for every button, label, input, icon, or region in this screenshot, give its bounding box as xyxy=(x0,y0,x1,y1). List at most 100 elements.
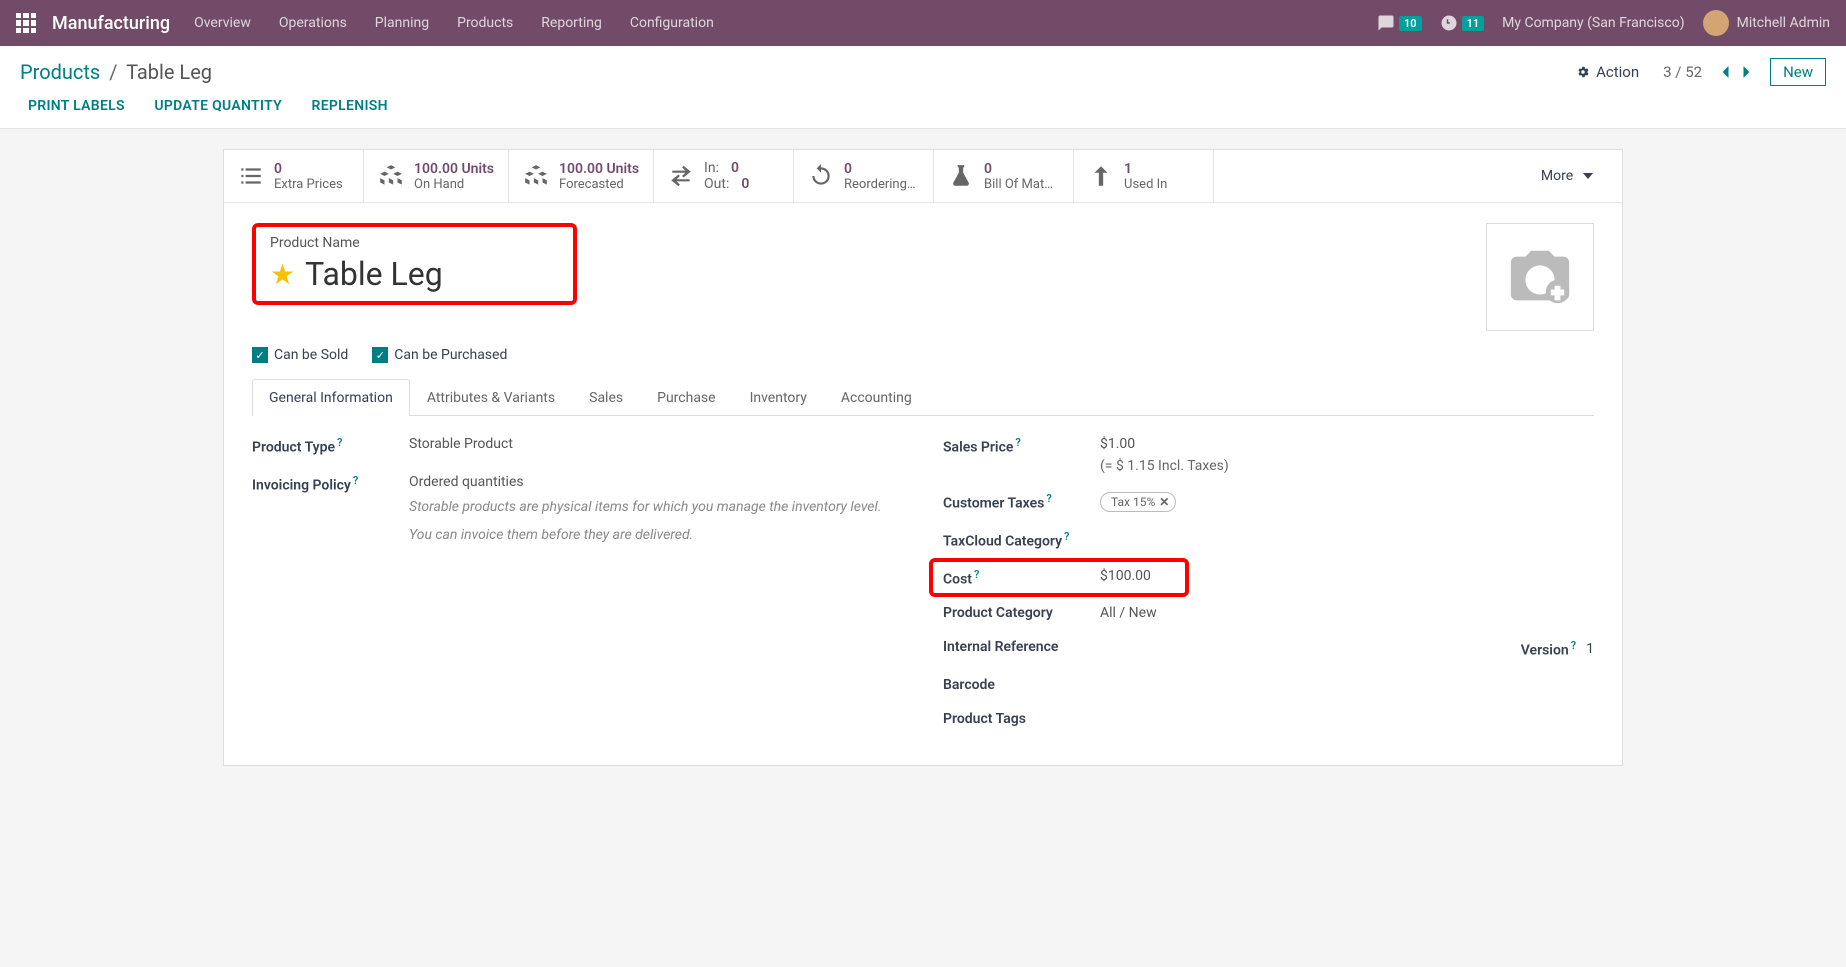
nav-operations[interactable]: Operations xyxy=(279,15,347,31)
help-icon[interactable]: ? xyxy=(337,436,342,449)
breadcrumb: Products / Table Leg xyxy=(20,60,212,84)
favorite-star-icon[interactable]: ★ xyxy=(270,258,295,291)
close-icon[interactable]: ✕ xyxy=(1159,495,1169,509)
stat-bom[interactable]: 0Bill Of Mat… xyxy=(934,150,1074,202)
tabs: General Information Attributes & Variant… xyxy=(224,379,1622,416)
breadcrumb-current: Table Leg xyxy=(126,60,212,84)
apps-menu-icon[interactable] xyxy=(16,13,36,33)
chat-icon xyxy=(1377,14,1395,32)
product-type-value[interactable]: Storable Product xyxy=(409,436,903,452)
gear-icon xyxy=(1576,65,1590,79)
caret-down-icon xyxy=(1583,171,1593,181)
top-nav: Manufacturing Overview Operations Planni… xyxy=(0,0,1846,46)
help-icon[interactable]: ? xyxy=(1064,530,1069,543)
messages-button[interactable]: 10 xyxy=(1377,14,1422,32)
stat-reordering[interactable]: 0Reordering… xyxy=(794,150,934,202)
tax-tag[interactable]: Tax 15% ✕ xyxy=(1100,492,1176,512)
pager[interactable]: 3 / 52 xyxy=(1663,63,1702,81)
boxes-icon xyxy=(378,163,404,189)
stat-forecasted[interactable]: 100.00 UnitsForecasted xyxy=(509,150,654,202)
sales-price-incl-tax: (= $ 1.15 Incl. Taxes) xyxy=(1100,458,1594,474)
nav-overview[interactable]: Overview xyxy=(194,15,251,31)
tab-inventory[interactable]: Inventory xyxy=(733,379,824,416)
cost-value[interactable]: $100.00 xyxy=(1100,568,1175,584)
can-be-sold-checkbox[interactable]: ✓ Can be Sold xyxy=(252,347,348,363)
field-customer-taxes: Customer Taxes? Tax 15% ✕ xyxy=(943,492,1594,512)
breadcrumb-root[interactable]: Products xyxy=(20,60,100,84)
stat-used-in[interactable]: 1Used In xyxy=(1074,150,1214,202)
stat-buttons: 0Extra Prices 100.00 UnitsOn Hand 100.00… xyxy=(224,150,1622,203)
highlight-product-name: Product Name ★ Table Leg xyxy=(252,223,577,305)
activities-badge: 11 xyxy=(1462,16,1485,31)
replenish-button[interactable]: REPLENISH xyxy=(312,98,388,114)
form-left-column: Product Type? Storable Product Invoicing… xyxy=(252,436,903,745)
user-menu[interactable]: Mitchell Admin xyxy=(1703,10,1830,36)
tab-sales[interactable]: Sales xyxy=(572,379,640,416)
chevron-left-icon xyxy=(1720,65,1730,79)
field-invoicing-policy: Invoicing Policy? Ordered quantities Sto… xyxy=(252,474,903,547)
activities-button[interactable]: 11 xyxy=(1440,14,1485,32)
can-be-purchased-checkbox[interactable]: ✓ Can be Purchased xyxy=(372,347,507,363)
help-icon[interactable]: ? xyxy=(353,474,358,487)
tab-attributes-variants[interactable]: Attributes & Variants xyxy=(410,379,572,416)
help-icon[interactable]: ? xyxy=(1015,436,1020,449)
avatar xyxy=(1703,10,1729,36)
field-product-tags: Product Tags xyxy=(943,711,1594,727)
tab-purchase[interactable]: Purchase xyxy=(640,379,732,416)
tab-general-information[interactable]: General Information xyxy=(252,379,410,416)
field-internal-reference: Internal Reference Version? 1 xyxy=(943,639,1594,659)
product-name-field[interactable]: Table Leg xyxy=(305,255,443,293)
chevron-right-icon xyxy=(1742,65,1752,79)
form-sheet: 0Extra Prices 100.00 UnitsOn Hand 100.00… xyxy=(223,149,1623,766)
form-right-column: Sales Price? $1.00 (= $ 1.15 Incl. Taxes… xyxy=(943,436,1594,745)
invoicing-policy-value[interactable]: Ordered quantities xyxy=(409,474,524,490)
help-icon[interactable]: ? xyxy=(974,568,979,581)
form-body: Product Type? Storable Product Invoicing… xyxy=(224,416,1622,765)
list-icon xyxy=(238,163,264,189)
nav-configuration[interactable]: Configuration xyxy=(630,15,714,31)
nav-planning[interactable]: Planning xyxy=(375,15,429,31)
app-brand[interactable]: Manufacturing xyxy=(52,13,170,34)
new-button[interactable]: New xyxy=(1770,58,1826,86)
field-product-category: Product Category All / New xyxy=(943,605,1594,621)
product-category-value[interactable]: All / New xyxy=(1100,605,1594,621)
breadcrumb-sep: / xyxy=(109,60,117,84)
version-value: 1 xyxy=(1586,641,1594,657)
field-sales-price: Sales Price? $1.00 (= $ 1.15 Incl. Taxes… xyxy=(943,436,1594,474)
nav-products[interactable]: Products xyxy=(457,15,513,31)
checkmark-icon: ✓ xyxy=(252,347,268,363)
highlight-cost: Cost? $100.00 xyxy=(929,558,1189,598)
messages-badge: 10 xyxy=(1399,16,1422,31)
action-dropdown[interactable]: Action xyxy=(1576,63,1639,81)
stat-more[interactable]: More xyxy=(1512,150,1622,202)
help-icon[interactable]: ? xyxy=(1046,492,1051,505)
field-product-type: Product Type? Storable Product xyxy=(252,436,903,456)
field-barcode: Barcode xyxy=(943,677,1594,693)
user-name: Mitchell Admin xyxy=(1737,15,1830,31)
pager-prev[interactable] xyxy=(1714,61,1736,83)
tab-accounting[interactable]: Accounting xyxy=(824,379,929,416)
action-row: PRINT LABELS UPDATE QUANTITY REPLENISH xyxy=(0,86,1846,129)
print-labels-button[interactable]: PRINT LABELS xyxy=(28,98,125,114)
product-image-placeholder[interactable] xyxy=(1486,223,1594,331)
flask-icon xyxy=(948,163,974,189)
field-taxcloud-category: TaxCloud Category? xyxy=(943,530,1594,550)
stat-in-out[interactable]: In:0 Out:0 xyxy=(654,150,794,202)
stat-extra-prices[interactable]: 0Extra Prices xyxy=(224,150,364,202)
boxes-icon xyxy=(523,163,549,189)
camera-plus-icon xyxy=(1505,242,1575,312)
help-icon[interactable]: ? xyxy=(1571,639,1576,652)
company-switcher[interactable]: My Company (San Francisco) xyxy=(1502,15,1684,31)
pager-next[interactable] xyxy=(1736,61,1758,83)
stat-on-hand[interactable]: 100.00 UnitsOn Hand xyxy=(364,150,509,202)
sales-price-value[interactable]: $1.00 xyxy=(1100,436,1135,452)
refresh-icon xyxy=(808,163,834,189)
update-quantity-button[interactable]: UPDATE QUANTITY xyxy=(154,98,282,114)
nav-reporting[interactable]: Reporting xyxy=(541,15,602,31)
control-bar: Products / Table Leg Action 3 / 52 New xyxy=(0,46,1846,86)
hint-storable: Storable products are physical items for… xyxy=(409,496,903,518)
clock-icon xyxy=(1440,14,1458,32)
arrow-up-icon xyxy=(1088,163,1114,189)
checkmark-icon: ✓ xyxy=(372,347,388,363)
transfer-icon xyxy=(668,163,694,189)
